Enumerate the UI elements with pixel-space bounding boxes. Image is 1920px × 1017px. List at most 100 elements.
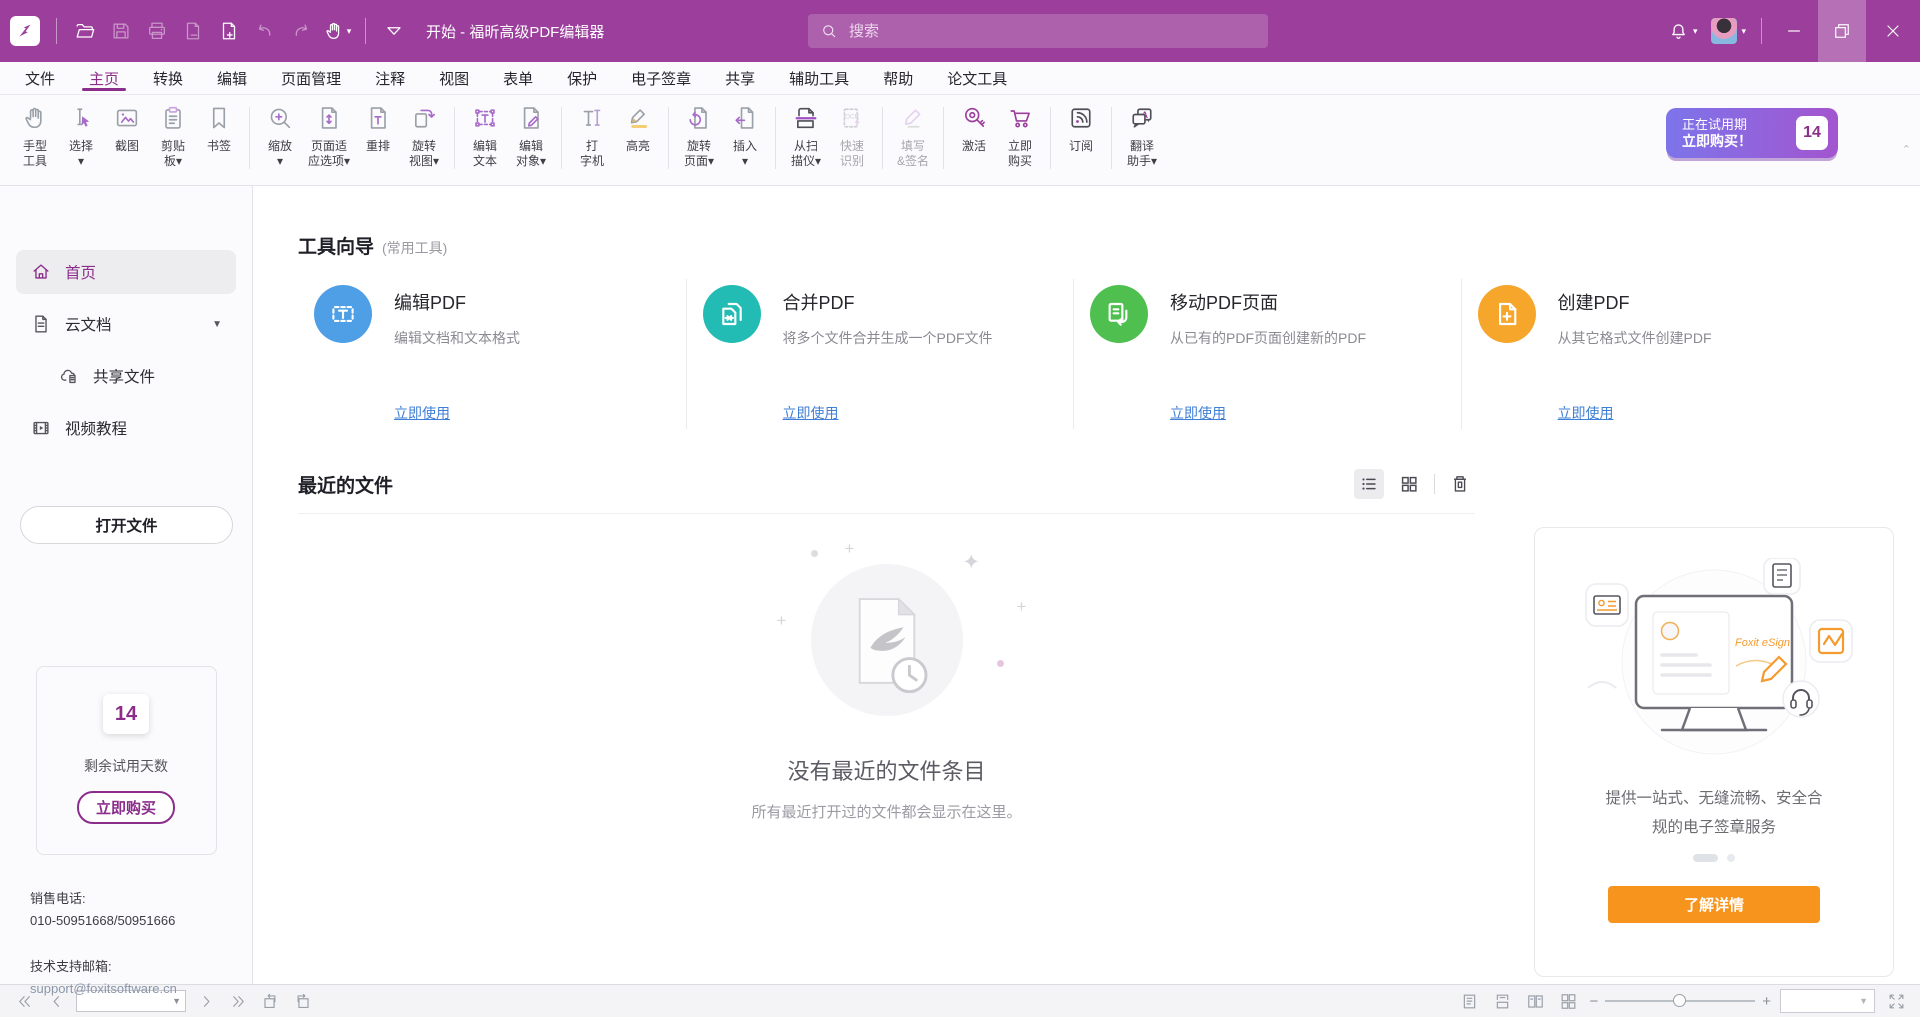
menu-主页[interactable]: 主页: [72, 62, 136, 94]
tool-select[interactable]: 选择▾: [58, 103, 104, 169]
zoom-slider-knob[interactable]: [1673, 994, 1686, 1007]
add-page-button[interactable]: [211, 11, 247, 51]
menu-辅助工具[interactable]: 辅助工具: [772, 62, 866, 94]
search-input[interactable]: [847, 22, 1256, 41]
menu-论文工具[interactable]: 论文工具: [930, 62, 1024, 94]
next-view-button[interactable]: [290, 989, 314, 1013]
open-file-button[interactable]: 打开文件: [20, 506, 233, 544]
tool-rotate-page[interactable]: 旋转页面▾: [676, 103, 722, 169]
chevron-down-icon[interactable]: ▼: [212, 319, 222, 330]
zoom-level-box[interactable]: ▼: [1780, 989, 1875, 1013]
clipboard-icon: [158, 103, 188, 133]
tool-translate[interactable]: A翻译助手▾: [1119, 103, 1165, 169]
sidebar-item-云文档[interactable]: 云文档▼: [16, 302, 236, 346]
tool-typewriter[interactable]: 打字机: [569, 103, 615, 169]
minimize-button[interactable]: [1770, 0, 1818, 62]
previous-view-button[interactable]: [258, 989, 282, 1013]
grid-view-button[interactable]: [1394, 469, 1424, 499]
menubar: 文件主页转换编辑页面管理注释视图表单保护电子签章共享辅助工具帮助论文工具: [0, 62, 1920, 95]
facing-continuous-icon: [1559, 992, 1578, 1011]
scrollbar-up-icon[interactable]: ⌃: [1902, 143, 1911, 156]
menu-帮助[interactable]: 帮助: [866, 62, 930, 94]
carousel-dot[interactable]: [1727, 854, 1735, 862]
sales-phone-label: 销售电话:: [30, 888, 252, 910]
sales-phone-number: 010-50951668/50951666: [30, 910, 252, 932]
tool-label: 翻译助手▾: [1127, 139, 1157, 169]
tool-scanner[interactable]: 从扫描仪▾: [783, 103, 829, 169]
sparkle-icon: +: [777, 612, 787, 629]
ribbon-mode-icon[interactable]: [376, 11, 412, 51]
tool-subscribe[interactable]: 订阅: [1058, 103, 1104, 154]
titlebar-separator: [365, 18, 366, 44]
tool-highlight[interactable]: 高亮: [615, 103, 661, 154]
statusbar: ▼ − + ▼: [0, 984, 1920, 1017]
menu-注释[interactable]: 注释: [358, 62, 422, 94]
menu-电子签章[interactable]: 电子签章: [614, 62, 708, 94]
support-email-link[interactable]: support@foxitsoftware.cn: [30, 978, 252, 1000]
trial-banner-button[interactable]: 正在试用期 立即购买！ 14: [1666, 108, 1838, 158]
clear-recent-button[interactable]: [1445, 469, 1475, 499]
tool-snapshot[interactable]: 截图: [104, 103, 150, 154]
zoom-in-button[interactable]: +: [1762, 993, 1771, 1010]
menu-保护[interactable]: 保护: [550, 62, 614, 94]
tool-activate[interactable]: 激活: [951, 103, 997, 154]
use-now-link[interactable]: 立即使用: [783, 403, 839, 423]
tool-bookmark[interactable]: 书签: [196, 103, 242, 154]
trial-days-caption: 剩余试用天数: [84, 756, 168, 776]
open-button[interactable]: [67, 11, 103, 51]
use-now-link[interactable]: 立即使用: [1558, 403, 1614, 423]
fullscreen-button[interactable]: [1884, 989, 1908, 1013]
learn-more-button[interactable]: 了解详情: [1608, 886, 1820, 923]
tool-zoom[interactable]: 缩放▾: [257, 103, 303, 169]
facing-continuous-view-button[interactable]: [1556, 989, 1580, 1013]
tool-hand[interactable]: 手型工具: [12, 103, 58, 169]
tool-rotate-view[interactable]: 旋转视图▾: [401, 103, 447, 169]
ribbon-group: 激活立即购买: [951, 103, 1043, 169]
sidebar-item-共享文件[interactable]: 共享文件: [16, 354, 236, 398]
carousel-dot-active[interactable]: [1693, 854, 1718, 862]
card-title: 创建PDF: [1558, 289, 1839, 315]
divider: [298, 513, 1475, 514]
save-button: [103, 11, 139, 51]
scanner-icon: [791, 103, 821, 133]
restore-button[interactable]: [1818, 0, 1866, 62]
tool-edit-object[interactable]: 编辑对象▾: [508, 103, 554, 169]
facing-view-button[interactable]: [1523, 989, 1547, 1013]
divider: [1434, 474, 1435, 494]
account-button[interactable]: ▾: [1704, 11, 1753, 51]
ribbon-separator: [249, 107, 250, 169]
menu-页面管理[interactable]: 页面管理: [264, 62, 358, 94]
zoom-slider-track[interactable]: [1605, 1000, 1755, 1002]
tool-reflow[interactable]: 重排: [355, 103, 401, 154]
menu-编辑[interactable]: 编辑: [200, 62, 264, 94]
close-button[interactable]: [1866, 0, 1920, 62]
tool-label: 截图: [115, 139, 139, 154]
tool-fit-page[interactable]: 页面适应选项▾: [303, 103, 355, 169]
continuous-view-button[interactable]: [1490, 989, 1514, 1013]
menu-视图[interactable]: 视图: [422, 62, 486, 94]
menu-表单[interactable]: 表单: [486, 62, 550, 94]
single-page-view-button[interactable]: [1457, 989, 1481, 1013]
menu-共享[interactable]: 共享: [708, 62, 772, 94]
tool-edit-text[interactable]: 编辑文本: [462, 103, 508, 169]
sidebar-item-视频教程[interactable]: 视频教程: [16, 406, 236, 450]
search-bar[interactable]: [808, 14, 1268, 48]
notifications-button[interactable]: ▾: [1661, 11, 1705, 51]
buy-now-button[interactable]: 立即购买: [77, 791, 175, 824]
cloud-doc-icon: [30, 313, 52, 335]
use-now-link[interactable]: 立即使用: [394, 403, 450, 423]
tool-insert[interactable]: 插入▾: [722, 103, 768, 169]
menu-文件[interactable]: 文件: [8, 62, 72, 94]
tool-card-创建PDF: 创建PDF 从其它格式文件创建PDF 立即使用: [1461, 279, 1849, 429]
menu-转换[interactable]: 转换: [136, 62, 200, 94]
tool-clipboard[interactable]: 剪贴板▾: [150, 103, 196, 169]
list-view-button[interactable]: [1354, 469, 1384, 499]
ribbon-toolbar: 手型工具选择▾ 截图剪贴板▾书签缩放▾页面适应选项▾重排旋转视图▾ 编辑文本编辑对象…: [0, 95, 1920, 186]
tool-buy[interactable]: 立即购买: [997, 103, 1043, 169]
hand-tool-button[interactable]: ▾: [319, 11, 355, 51]
card-description: 从其它格式文件创建PDF: [1558, 328, 1839, 348]
sidebar-item-首页[interactable]: 首页: [16, 250, 236, 294]
video-icon: [30, 417, 52, 439]
zoom-out-button[interactable]: −: [1589, 993, 1598, 1010]
use-now-link[interactable]: 立即使用: [1170, 403, 1226, 423]
